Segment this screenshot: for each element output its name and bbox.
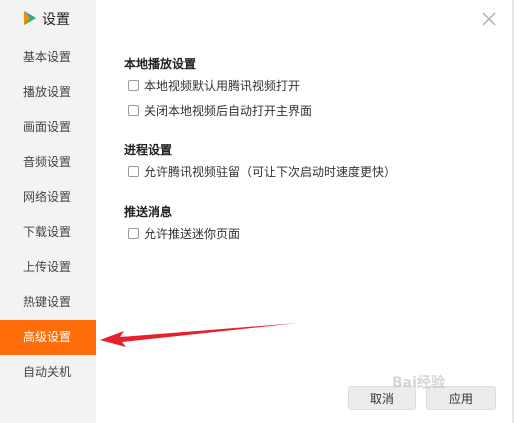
- section-title-local-playback: 本地播放设置: [124, 57, 197, 71]
- sidebar-item-upload[interactable]: 上传设置: [0, 250, 96, 285]
- sidebar-item-hotkeys[interactable]: 热键设置: [0, 285, 96, 320]
- checkbox[interactable]: [128, 105, 139, 116]
- option-open-local-default[interactable]: 本地视频默认用腾讯视频打开: [128, 77, 300, 94]
- option-label: 本地视频默认用腾讯视频打开: [144, 79, 301, 93]
- checkbox[interactable]: [128, 80, 139, 91]
- checkbox[interactable]: [128, 166, 139, 177]
- watermark: Bai经验: [392, 375, 445, 391]
- settings-content: 本地播放设置 本地视频默认用腾讯视频打开 关闭本地视频后自动打开主界面 进程设置…: [124, 0, 494, 423]
- section-title-process: 进程设置: [124, 143, 173, 157]
- option-label: 允许腾讯视频驻留（可让下次启动时速度更快）: [144, 165, 397, 179]
- app-title-bar: 设置: [0, 0, 96, 38]
- sidebar-item-download[interactable]: 下载设置: [0, 215, 96, 250]
- option-allow-resident[interactable]: 允许腾讯视频驻留（可让下次启动时速度更快）: [128, 163, 396, 180]
- sidebar-item-basic[interactable]: 基本设置: [0, 40, 96, 75]
- app-title: 设置: [42, 12, 70, 28]
- settings-window: 设置 基本设置 播放设置 画面设置 音频设置 网络设置 下载设置 上传设置 热键…: [0, 0, 514, 423]
- sidebar-item-network[interactable]: 网络设置: [0, 180, 96, 215]
- checkbox[interactable]: [128, 228, 139, 239]
- sidebar-item-auto-shutdown[interactable]: 自动关机: [0, 355, 96, 390]
- option-label: 关闭本地视频后自动打开主界面: [144, 104, 313, 118]
- option-allow-mini-page[interactable]: 允许推送迷你页面: [128, 225, 240, 242]
- sidebar-nav: 基本设置 播放设置 画面设置 音频设置 网络设置 下载设置 上传设置 热键设置 …: [0, 40, 96, 390]
- option-open-main-after-close[interactable]: 关闭本地视频后自动打开主界面: [128, 102, 312, 119]
- sidebar-item-audio[interactable]: 音频设置: [0, 145, 96, 180]
- tencent-video-logo-icon: [24, 11, 36, 25]
- sidebar-item-playback[interactable]: 播放设置: [0, 75, 96, 110]
- sidebar: 设置 基本设置 播放设置 画面设置 音频设置 网络设置 下载设置 上传设置 热键…: [0, 0, 96, 423]
- sidebar-item-picture[interactable]: 画面设置: [0, 110, 96, 145]
- option-label: 允许推送迷你页面: [144, 227, 241, 241]
- sidebar-item-advanced[interactable]: 高级设置: [0, 320, 96, 355]
- section-title-push: 推送消息: [124, 205, 173, 219]
